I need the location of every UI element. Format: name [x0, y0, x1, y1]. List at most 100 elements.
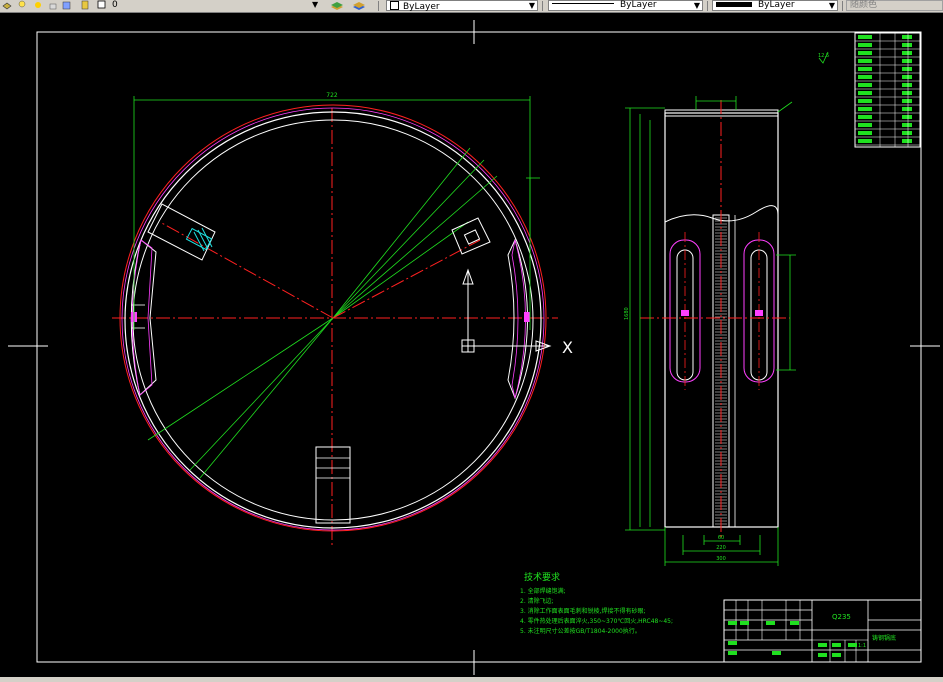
table-cell-mark: [902, 67, 912, 71]
table-cell-mark: [858, 107, 872, 111]
table-cell-mark: [902, 139, 912, 143]
drawing-canvas[interactable]: 722 X 1680 300 220 60 12.5 技术要求 1. 全部焊缝饱…: [0, 13, 943, 682]
drawing-scale: 1:1: [858, 643, 866, 649]
table-cell-mark: [902, 59, 912, 63]
table-cell-mark: [902, 83, 912, 87]
title-cell-mark: [728, 651, 737, 655]
circular-plan-view: 722: [112, 92, 558, 545]
table-cell-mark: [902, 99, 912, 103]
table-cell-mark: [902, 51, 912, 55]
radial-line: [332, 159, 485, 319]
plotstyle-value: 随颜色: [850, 0, 878, 10]
table-cell-mark: [858, 67, 872, 71]
radial-line: [332, 221, 469, 319]
title-cell-mark: [848, 643, 857, 647]
layer-color-swatch: [97, 0, 107, 10]
slot-marker: [755, 310, 763, 316]
ucs-x-label: X: [562, 338, 573, 357]
radial-line-red: [332, 239, 481, 319]
layers-icon[interactable]: [2, 0, 12, 10]
slot-bottom: [315, 446, 351, 524]
layer-name: 0: [112, 0, 118, 10]
tech-note-1: 1. 全部焊缝饱满;: [520, 587, 566, 595]
title-cell-mark: [818, 643, 827, 647]
table-cell-mark: [858, 59, 872, 63]
drawing-title: 铸钢锅底: [872, 634, 896, 642]
table-cell-mark: [858, 83, 872, 87]
bottom-window-edge: [0, 677, 943, 682]
table-cell-mark: [858, 51, 872, 55]
lock-icon[interactable]: [48, 0, 58, 10]
lineweight-value: ByLayer: [758, 0, 795, 10]
parts-table: [854, 32, 921, 148]
table-cell-mark: [902, 107, 912, 111]
table-cell-mark: [902, 131, 912, 135]
title-cell-mark: [818, 653, 827, 657]
tech-note-3: 3. 消除工作面表面毛刺和锐棱,焊接不得有砂眼;: [520, 607, 646, 615]
dimension-width-bottom-label: 300: [716, 556, 726, 562]
toolbar-separator: [378, 1, 379, 11]
radial-line: [147, 317, 334, 441]
color-control[interactable]: ByLayer ▼: [386, 0, 538, 12]
radial-line: [189, 317, 334, 471]
plotstyle-control: 随颜色: [846, 0, 943, 11]
table-cell-mark: [858, 115, 872, 119]
table-cell-mark: [858, 99, 872, 103]
right-section-hatched: [507, 238, 530, 400]
title-cell-mark: [728, 621, 737, 625]
linetype-control[interactable]: ByLayer ▼: [548, 0, 703, 11]
tech-requirements-title: 技术要求: [524, 571, 560, 583]
lineweight-control[interactable]: ByLayer ▼: [712, 0, 838, 11]
title-cell-mark: [772, 651, 781, 655]
table-cell-mark: [902, 75, 912, 79]
title-cell-mark: [740, 621, 749, 625]
table-cell-mark: [858, 123, 872, 127]
drawing-border-frame: [36, 31, 922, 663]
part-material: Q235: [832, 613, 851, 621]
chevron-down-icon[interactable]: ▼: [829, 1, 835, 10]
slot-marker: [681, 310, 689, 316]
table-cell-mark: [858, 75, 872, 79]
layer-previous-icon[interactable]: [352, 0, 365, 10]
lineweight-sample: [716, 2, 752, 7]
table-cell-mark: [858, 43, 872, 47]
table-cell-mark: [902, 35, 912, 39]
dimension-height-label: 1680: [624, 307, 630, 320]
inner-circle-white: [132, 119, 534, 521]
bulb-icon[interactable]: [17, 0, 27, 10]
tech-note-5: 5. 未注明尺寸公差按GB/T1804-2000执行。: [520, 627, 641, 635]
table-cell-mark: [858, 35, 872, 39]
title-block-marks: [728, 621, 857, 657]
color-value: ByLayer: [403, 2, 440, 12]
layer-state-icon[interactable]: [80, 0, 90, 10]
outer-circle-white: [124, 111, 542, 529]
chevron-down-icon[interactable]: ▼: [694, 1, 700, 10]
sun-icon[interactable]: [33, 0, 43, 10]
linetype-value: ByLayer: [620, 0, 657, 10]
title-cell-mark: [766, 621, 775, 625]
chevron-down-icon[interactable]: ▼: [529, 1, 535, 10]
roughness-symbol: 12.5: [818, 51, 829, 64]
technical-requirements: 技术要求 1. 全部焊缝饱满; 2. 清除飞边; 3. 消除工作面表面毛刺和锐棱…: [520, 571, 673, 635]
color-swatch: [390, 1, 399, 10]
radial-line: [332, 175, 498, 319]
table-cell-mark: [858, 91, 872, 95]
radial-line: [199, 317, 334, 479]
freeze-icon[interactable]: [62, 0, 72, 10]
toolbar-separator: [707, 1, 708, 11]
dropdown-arrow-icon[interactable]: ▼: [312, 0, 322, 10]
slot-top-left: [147, 203, 216, 261]
dimension-line: [777, 101, 793, 113]
radial-line: [332, 147, 471, 319]
make-current-layer-icon[interactable]: [330, 0, 343, 10]
table-cell-mark: [902, 43, 912, 47]
dimension-width-mid-label: 220: [716, 545, 726, 551]
slot-top-right: [451, 217, 491, 255]
title-cell-mark: [790, 621, 799, 625]
radial-line-red: [159, 221, 334, 319]
tech-note-4: 4. 零件热处理后表面淬火,350~370℃回火,HRC48~45;: [520, 617, 673, 625]
table-cell-mark: [858, 139, 872, 143]
table-cell-mark: [902, 91, 912, 95]
side-section-view: 1680 300 220 60: [624, 96, 796, 566]
title-cell-mark: [832, 653, 841, 657]
